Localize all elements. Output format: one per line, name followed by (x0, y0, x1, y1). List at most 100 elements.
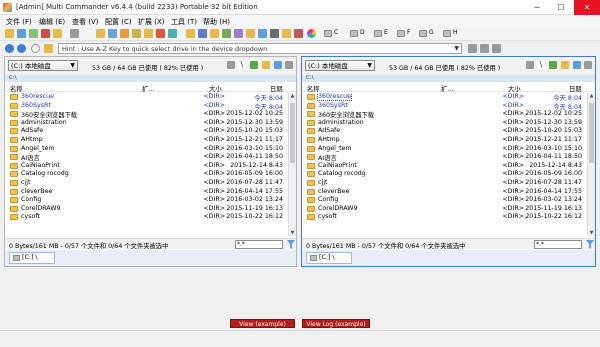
maximize-button[interactable]: ☐ (550, 0, 572, 15)
right-drive-select[interactable]: (C:) 本地磁盘 ▼ (305, 60, 375, 71)
ftp-icon[interactable] (258, 29, 267, 38)
refresh-panel-icon[interactable] (274, 61, 282, 69)
list-item[interactable]: 360SysRt <DIR> 今天 8:04 (5, 102, 296, 111)
list-item[interactable]: CaiNiaoPrint <DIR> 2015-12-14 8:43 (302, 162, 595, 171)
right-tab-c[interactable]: [C:] \ (306, 252, 352, 264)
tool-icon[interactable] (294, 29, 303, 38)
menu-tools[interactable]: 工具 (T) (171, 17, 197, 27)
up-folder-icon[interactable] (549, 61, 557, 69)
list-item[interactable]: 360rescue <DIR> 今天 8:04 (302, 93, 595, 102)
drive-g-label[interactable]: G (429, 29, 434, 36)
delete-icon[interactable] (156, 29, 165, 38)
right-path-bar[interactable]: C:\ (302, 75, 595, 82)
scroll-up-icon[interactable]: ▲ (588, 93, 595, 99)
drive-h-icon[interactable] (443, 30, 451, 37)
settings-icon[interactable] (41, 29, 50, 38)
menu-config[interactable]: 配置 (C) (105, 17, 132, 27)
drive-f-label[interactable]: F (407, 29, 410, 36)
scroll-up-icon[interactable]: ▲ (289, 93, 296, 99)
list-item[interactable]: Config <DIR> 2016-03-02 13:24 (302, 196, 595, 205)
folder-icon[interactable] (53, 29, 62, 38)
root-icon[interactable] (227, 61, 235, 69)
list-item[interactable]: Catalog rocodg <DIR> 2016-05-09 16:00 (5, 170, 296, 179)
menu-edit[interactable]: 编辑 (E) (39, 17, 65, 27)
list-item[interactable]: cjjt <DIR> 2016-07-28 11:47 (5, 179, 296, 188)
scroll-down-icon[interactable]: ▼ (289, 230, 296, 236)
drive-h-label[interactable]: H (453, 29, 458, 36)
list-item[interactable]: AI语言 <DIR> 2016-04-11 18:50 (5, 153, 296, 162)
drive-g-icon[interactable] (419, 30, 427, 37)
unpack-icon[interactable] (132, 29, 141, 38)
refresh-panel-icon[interactable] (573, 61, 581, 69)
column-name[interactable]: 名称 (307, 84, 320, 93)
script-icon[interactable] (282, 29, 291, 38)
left-scrollbar[interactable]: ▲ ▼ (288, 93, 296, 236)
list-item[interactable]: AI语言 <DIR> 2016-04-11 18:50 (302, 153, 595, 162)
user-icon[interactable] (198, 29, 207, 38)
move-icon[interactable] (108, 29, 117, 38)
list-item[interactable]: 360rescue <DIR> 今天 8:04 (5, 93, 296, 102)
list-item[interactable]: AdSafe <DIR> 2015-10-20 15:03 (302, 127, 595, 136)
backslash-icon[interactable]: \ (537, 61, 545, 69)
list-item[interactable]: administration <DIR> 2015-12-30 13:59 (302, 119, 595, 128)
menu-help[interactable]: 帮助 (H) (203, 17, 230, 27)
history-icon[interactable] (31, 44, 40, 53)
drive-d-icon[interactable] (350, 30, 358, 37)
list-item[interactable]: CaiNiaoPrint <DIR> 2015-12-14 8:43 (5, 162, 296, 171)
copy-icon[interactable] (96, 29, 105, 38)
right-filter-input[interactable]: *.* (534, 240, 582, 249)
left-drive-select[interactable]: (C:) 本地磁盘 ▼ (8, 60, 78, 71)
color-icon[interactable] (307, 29, 316, 38)
drive-e-icon[interactable] (374, 30, 382, 37)
refresh-icon[interactable] (17, 29, 26, 38)
right-scrollbar[interactable]: ▲ ▼ (587, 93, 595, 236)
bookmark-icon[interactable] (210, 29, 219, 38)
hint-field[interactable]: Hint : Use A-Z Key to quick select drive… (58, 43, 462, 54)
list-item[interactable]: cysoft <DIR> 2015-10-22 16:12 (5, 213, 296, 222)
scroll-thumb[interactable] (589, 103, 594, 163)
folder-new-icon[interactable] (144, 29, 153, 38)
left-tab-c[interactable]: [C:] \ (9, 252, 55, 264)
minimize-button[interactable]: ─ (526, 0, 548, 15)
drive-f-icon[interactable] (397, 30, 405, 37)
list-item[interactable]: Catalog rocodg <DIR> 2016-05-09 16:00 (302, 170, 595, 179)
rename-icon[interactable] (222, 29, 231, 38)
tools-icon[interactable] (584, 61, 592, 69)
compare-icon[interactable] (168, 29, 177, 38)
explore-icon[interactable] (186, 29, 195, 38)
split-view-icon[interactable] (480, 44, 489, 53)
root-icon[interactable] (526, 61, 534, 69)
column-date[interactable]: 日期 (569, 84, 582, 93)
swap-panels-icon[interactable] (492, 44, 501, 53)
drive-e-label[interactable]: E (384, 29, 388, 36)
drive-c-label[interactable]: C (334, 29, 338, 36)
list-item[interactable]: cjjt <DIR> 2016-07-28 11:47 (302, 179, 595, 188)
favorites-icon[interactable] (561, 61, 569, 69)
filter-icon[interactable] (287, 240, 295, 249)
list-item[interactable]: AdSafe <DIR> 2015-10-20 15:03 (5, 127, 296, 136)
up-folder-icon[interactable] (250, 61, 258, 69)
scroll-thumb[interactable] (290, 103, 295, 163)
menu-extensions[interactable]: 扩展 (X) (138, 17, 164, 27)
folder-up-icon[interactable] (44, 44, 53, 53)
archive-icon[interactable] (246, 29, 255, 38)
close-button[interactable]: ✕ (574, 0, 600, 15)
view-log-button[interactable]: View Log (example) (302, 319, 370, 328)
search-icon[interactable] (234, 29, 243, 38)
list-item[interactable]: Angel_tem <DIR> 2016-03-10 15:10 (5, 145, 296, 154)
backslash-icon[interactable]: \ (238, 61, 246, 69)
view-button[interactable]: View (example) (230, 319, 295, 328)
favorites-icon[interactable] (262, 61, 270, 69)
column-name[interactable]: 名称 (10, 84, 23, 93)
list-item[interactable]: 360安全浏览器下载 <DIR> 2015-12-02 10:25 (5, 110, 296, 119)
back-icon[interactable] (5, 44, 14, 53)
column-size[interactable]: 大小 (508, 84, 521, 93)
layout-toggle-icon[interactable] (468, 44, 477, 53)
list-item[interactable]: AHtmp <DIR> 2015-12-21 11:17 (5, 136, 296, 145)
list-item[interactable]: 360SysRt <DIR> 今天 8:04 (302, 102, 595, 111)
forward-icon[interactable] (17, 44, 26, 53)
list-item[interactable]: administration <DIR> 2015-12-30 13:59 (5, 119, 296, 128)
left-filter-input[interactable]: *.* (235, 240, 283, 249)
list-item[interactable]: Angel_tem <DIR> 2016-03-10 15:10 (302, 145, 595, 154)
tools-icon[interactable] (285, 61, 293, 69)
